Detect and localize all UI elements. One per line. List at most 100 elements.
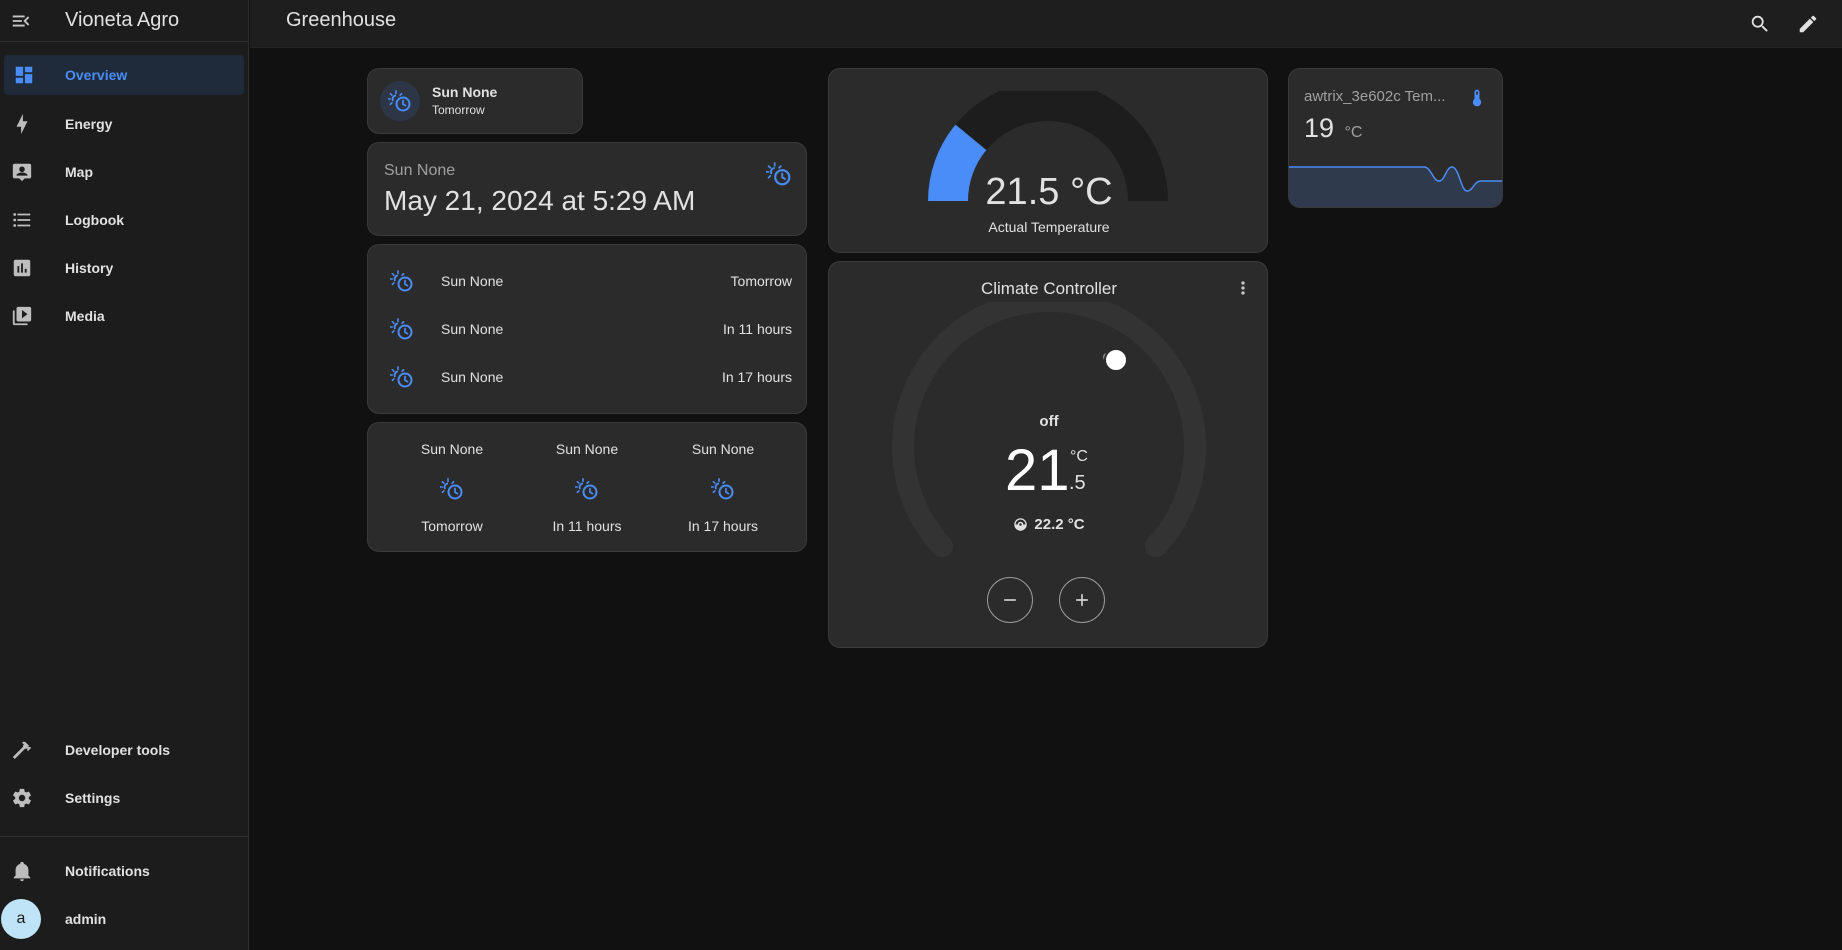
sidebar-item-label: Energy — [65, 116, 113, 132]
entities-card: Sun None Tomorrow Sun None In 11 hours S… — [367, 244, 807, 414]
hammer-icon — [12, 741, 32, 759]
sun-clock-icon — [575, 477, 599, 501]
sidebar-divider — [0, 836, 249, 837]
entity-name: Sun None — [441, 273, 504, 289]
sensor-card[interactable]: awtrix_3e602c Tem... 19 °C — [1288, 68, 1503, 208]
sidebar-item-label: Logbook — [65, 212, 125, 228]
sidebar-item-label: History — [65, 260, 114, 276]
list-item[interactable]: Sun None In 17 hours — [368, 353, 808, 401]
entity-name: Sun None — [441, 321, 504, 337]
entity-card-name: Sun None — [384, 162, 456, 179]
play-box-multiple-icon — [12, 306, 32, 326]
glance-card: Sun None Tomorrow Sun None In 11 hours S… — [367, 422, 807, 552]
sidebar-item-media[interactable]: Media — [0, 296, 244, 336]
glance-name: Sun None — [691, 441, 755, 457]
cog-icon — [13, 788, 31, 808]
sidebar: Vioneta Agro Overview Energy Map Logbook… — [0, 0, 249, 950]
sidebar-item-settings[interactable]: Settings — [0, 778, 244, 818]
pencil-icon — [1799, 15, 1817, 33]
glance-state: Tomorrow — [421, 518, 483, 534]
sidebar-item-developer-tools[interactable]: Developer tools — [0, 730, 244, 770]
tile-name: Sun None — [432, 84, 498, 100]
increase-temperature-button[interactable] — [1059, 577, 1105, 623]
sensor-sparkline — [1289, 166, 1502, 207]
search-icon — [1751, 15, 1768, 32]
page-title: Greenhouse — [286, 9, 397, 31]
sidebar-item-label: Overview — [65, 67, 128, 83]
current-temperature-value: 22.2 °C — [1034, 516, 1085, 533]
more-options-button[interactable] — [1231, 276, 1255, 300]
thermostat-slider-handle[interactable] — [1104, 348, 1128, 372]
tile-state: Tomorrow — [432, 103, 485, 117]
top-bar: Greenhouse — [250, 0, 1842, 48]
app-title: Vioneta Agro — [65, 9, 180, 31]
target-decimal: .5 — [1069, 472, 1086, 494]
minus-icon — [1004, 599, 1016, 601]
menu-toggle-button[interactable] — [0, 0, 42, 41]
thermostat-card: Climate Controller off 21 °C .5 22.2 °C — [828, 261, 1268, 648]
glance-state: In 11 hours — [552, 518, 622, 534]
list-item[interactable]: Sun None In 11 hours — [368, 305, 808, 353]
entity-name: Sun None — [441, 369, 504, 385]
gauge-label: Actual Temperature — [988, 219, 1110, 235]
sensor-name: awtrix_3e602c Tem... — [1304, 88, 1446, 105]
sidebar-item-energy[interactable]: Energy — [0, 104, 244, 144]
entity-state: Tomorrow — [730, 273, 792, 289]
sidebar-item-notifications[interactable]: Notifications — [0, 851, 244, 891]
sidebar-item-label: Notifications — [65, 863, 150, 879]
thermometer-icon — [1472, 89, 1482, 107]
lightning-bolt-icon — [16, 113, 28, 135]
plus-icon — [1076, 594, 1088, 606]
sidebar-item-label: Media — [65, 308, 105, 324]
tile-icon-container[interactable] — [380, 81, 420, 121]
hvac-mode: off — [1039, 413, 1059, 430]
thermostat-title: Climate Controller — [980, 279, 1118, 298]
sensor-unit: °C — [1344, 124, 1363, 141]
sun-clock-icon — [390, 365, 414, 389]
sensor-value: 19 — [1304, 113, 1335, 143]
search-button[interactable] — [1744, 8, 1776, 40]
view-dashboard-icon — [15, 66, 33, 84]
glance-name: Sun None — [420, 441, 484, 457]
sidebar-item-user[interactable]: a admin — [0, 899, 244, 939]
format-list-icon — [13, 213, 31, 227]
sun-clock-icon — [711, 477, 735, 501]
menu-open-icon — [12, 15, 30, 26]
sun-clock-icon — [766, 161, 792, 187]
sidebar-item-map[interactable]: Map — [0, 152, 244, 192]
target-temperature: 21 — [1005, 438, 1070, 503]
entity-state: In 17 hours — [721, 369, 792, 385]
sun-clock-icon — [390, 317, 414, 341]
sidebar-item-label: Developer tools — [65, 742, 171, 758]
gauge-card[interactable]: 21.5 °C Actual Temperature — [828, 68, 1268, 253]
user-name: admin — [65, 911, 107, 927]
sidebar-item-label: Map — [65, 164, 93, 180]
edit-dashboard-button[interactable] — [1792, 8, 1824, 40]
target-unit: °C — [1070, 448, 1088, 465]
sun-clock-icon — [440, 477, 464, 501]
tile-card-sun[interactable]: Sun None Tomorrow — [367, 68, 583, 134]
sidebar-item-overview[interactable]: Overview — [4, 55, 244, 95]
sidebar-item-history[interactable]: History — [0, 248, 244, 288]
sidebar-item-label: Settings — [65, 790, 121, 806]
sun-clock-icon — [388, 89, 412, 113]
avatar: a — [1, 899, 41, 939]
thermometer-gauge-icon — [1014, 518, 1028, 531]
decrease-temperature-button[interactable] — [987, 577, 1033, 623]
entity-state: In 11 hours — [722, 321, 792, 337]
sensor-value-row: 19 °C — [1304, 113, 1362, 144]
gauge-value: 21.5 °C — [985, 171, 1113, 213]
chart-box-icon — [13, 259, 31, 277]
map-account-icon — [12, 163, 32, 182]
dots-vertical-icon — [1241, 281, 1245, 295]
sun-clock-icon — [390, 269, 414, 293]
entity-card-value: May 21, 2024 at 5:29 AM — [384, 185, 696, 216]
bell-icon — [13, 861, 31, 882]
sidebar-item-logbook[interactable]: Logbook — [0, 200, 244, 240]
list-item[interactable]: Sun None Tomorrow — [368, 257, 808, 305]
entity-card-sun[interactable]: Sun None May 21, 2024 at 5:29 AM — [367, 142, 807, 236]
sidebar-header: Vioneta Agro — [0, 0, 248, 42]
glance-state: In 17 hours — [687, 518, 759, 534]
current-temperature: 22.2 °C — [829, 516, 1269, 533]
glance-name: Sun None — [555, 441, 619, 457]
